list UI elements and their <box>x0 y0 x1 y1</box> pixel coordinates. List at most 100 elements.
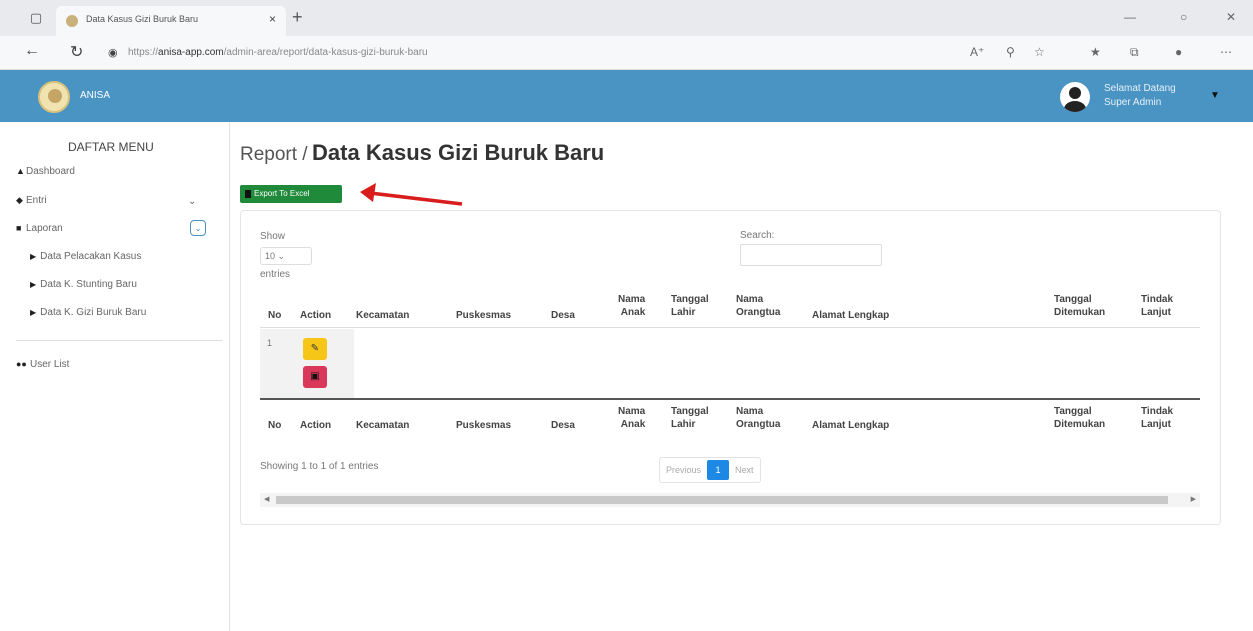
page-button[interactable]: 1 <box>707 460 730 480</box>
browser-tab[interactable]: Data Kasus Gizi Buruk Baru × <box>56 6 286 36</box>
read-aloud-icon[interactable]: A⁺ <box>970 45 984 59</box>
users-icon: ●● <box>16 359 27 369</box>
delete-button[interactable]: ▣ <box>303 366 327 388</box>
col-action[interactable]: Action <box>300 309 331 322</box>
favorite-add-icon[interactable]: ☆ <box>1034 45 1045 59</box>
sidebar-subitem-gizi-buruk[interactable]: ▶ Data K. Gizi Buruk Baru <box>30 307 146 318</box>
browser-tab-bar: ▢ Data Kasus Gizi Buruk Baru × + — ○ ✕ <box>0 0 1253 36</box>
scrollbar-thumb[interactable] <box>276 496 1168 504</box>
edit-icon: ✎ <box>310 343 320 354</box>
profile-icon[interactable]: ● <box>1175 45 1182 59</box>
col-no: No <box>268 420 282 431</box>
brand-name[interactable]: ANISA <box>80 90 110 101</box>
maximize-icon[interactable]: ○ <box>1180 10 1187 24</box>
next-button[interactable]: Next <box>729 465 760 475</box>
sidebar-item-label: Dashboard <box>26 166 75 177</box>
sidebar-item-entri[interactable]: ◆ Entri <box>16 195 47 206</box>
zoom-icon[interactable]: ⚲ <box>1006 45 1015 59</box>
horizontal-scrollbar[interactable]: ◀ ▶ <box>260 493 1200 507</box>
col-desa: Desa <box>551 420 575 431</box>
sidebar: DAFTAR MENU ▲Dashboard ◆ Entri ⌄ ■ Laporan… <box>8 122 230 631</box>
col-tanggal-lahir[interactable]: Tanggal Lahir <box>671 293 709 319</box>
tag-icon: ◆ <box>16 195 23 205</box>
greeting-line: Selamat Datang <box>1104 83 1176 94</box>
col-kecamatan: Kecamatan <box>356 420 410 431</box>
col-label: Nama <box>736 294 764 305</box>
search-input[interactable] <box>740 244 882 266</box>
edit-button[interactable]: ✎ <box>303 338 327 360</box>
app-header: ANISA Selamat Datang Super Admin ▼ <box>0 70 1253 122</box>
sidebar-item-laporan[interactable]: ■ Laporan <box>16 223 63 234</box>
col-tindak-lanjut[interactable]: Tindak Lanjut <box>1141 293 1173 319</box>
col-label: Orangtua <box>736 307 781 318</box>
sidebar-subitem-stunting[interactable]: ▶ Data K. Stunting Baru <box>30 279 137 290</box>
col-puskesmas[interactable]: Puskesmas <box>456 309 511 322</box>
col-label: Nama <box>736 406 764 417</box>
sidebar-divider <box>16 340 222 341</box>
col-label: Lanjut <box>1141 419 1171 430</box>
refresh-icon[interactable]: ↻ <box>70 42 83 62</box>
col-tanggal-ditemukan[interactable]: Tanggal Ditemukan <box>1054 293 1105 319</box>
col-label: Lahir <box>671 419 696 430</box>
sidebar-subitem-label: Data K. Stunting Baru <box>40 279 137 290</box>
col-alamat: Alamat Lengkap <box>812 420 890 431</box>
tab-actions-icon[interactable]: ▢ <box>26 8 46 28</box>
chevron-down-icon[interactable]: ⌄ <box>190 220 206 236</box>
url-field[interactable]: https://anisa-app.com/admin-area/report/… <box>128 47 428 58</box>
window-close-icon[interactable]: ✕ <box>1226 10 1236 24</box>
tab-title: Data Kasus Gizi Buruk Baru <box>86 14 199 24</box>
col-label: Tanggal <box>1054 406 1092 417</box>
search-label: Search: <box>740 230 775 241</box>
page-title: Report / Data Kasus Gizi Buruk Baru <box>240 140 604 166</box>
export-excel-button[interactable]: Export To Excel <box>240 185 342 203</box>
scroll-left-icon[interactable]: ◀ <box>264 495 269 503</box>
chevron-down-icon[interactable]: ⌄ <box>188 196 196 207</box>
collections-icon[interactable]: ⧉ <box>1130 45 1139 60</box>
user-greeting[interactable]: Selamat Datang Super Admin <box>1104 82 1176 110</box>
entries-label: entries <box>260 269 291 280</box>
sidebar-title: DAFTAR MENU <box>68 140 154 154</box>
show-label: Show <box>260 231 286 242</box>
header-divider <box>260 327 1200 328</box>
col-nama-orangtua[interactable]: Nama Orangtua <box>736 293 780 319</box>
avatar[interactable] <box>1060 82 1090 112</box>
chevron-down-icon: ⌄ <box>277 251 286 261</box>
more-icon[interactable]: ⋯ <box>1220 45 1232 59</box>
entries-select[interactable]: 10 ⌄ <box>260 247 312 265</box>
trash-icon: ▣ <box>310 371 320 382</box>
col-label: Nama <box>618 294 646 305</box>
col-kecamatan[interactable]: Kecamatan <box>356 309 409 322</box>
table-card: Show 10 ⌄ entries Search: No Action Keca… <box>240 210 1221 525</box>
previous-button[interactable]: Previous <box>660 465 707 475</box>
col-nama-anak: Nama Anak <box>618 405 645 431</box>
new-tab-button[interactable]: + <box>292 8 303 26</box>
breadcrumb[interactable]: Report / <box>240 144 308 165</box>
col-nama-anak[interactable]: Nama Anak <box>618 293 645 319</box>
col-label: Lahir <box>671 307 696 318</box>
caret-right-icon: ▶ <box>30 280 37 289</box>
sidebar-subitem-pelacakan[interactable]: ▶ Data Pelacakan Kasus <box>30 251 141 262</box>
favorites-icon[interactable]: ★ <box>1090 45 1101 59</box>
col-label: Ditemukan <box>1054 419 1106 430</box>
close-tab-icon[interactable]: × <box>269 12 276 26</box>
col-no[interactable]: No <box>268 309 281 322</box>
sidebar-item-dashboard[interactable]: ▲Dashboard <box>16 166 75 177</box>
back-icon[interactable]: ← <box>24 42 40 60</box>
caret-right-icon: ▶ <box>30 252 37 261</box>
col-tanggal-ditemukan: Tanggal Ditemukan <box>1054 405 1105 431</box>
logo-icon[interactable] <box>38 81 70 113</box>
user-menu-caret-icon[interactable]: ▼ <box>1210 90 1220 101</box>
col-desa[interactable]: Desa <box>551 309 575 322</box>
lock-icon[interactable]: ◉ <box>108 46 118 59</box>
col-alamat[interactable]: Alamat Lengkap <box>812 309 889 322</box>
minimize-icon[interactable]: — <box>1124 10 1136 24</box>
col-label: Orangtua <box>736 419 781 430</box>
row-no: 1 <box>267 338 273 348</box>
caret-right-icon: ▶ <box>30 308 37 317</box>
scroll-right-icon[interactable]: ▶ <box>1191 495 1196 503</box>
url-prefix: https:// <box>128 47 159 58</box>
col-action: Action <box>300 420 332 431</box>
home-icon: ▲ <box>16 166 25 176</box>
sidebar-item-user-list[interactable]: ●● User List <box>16 359 69 370</box>
entries-select-value: 10 <box>265 251 276 261</box>
